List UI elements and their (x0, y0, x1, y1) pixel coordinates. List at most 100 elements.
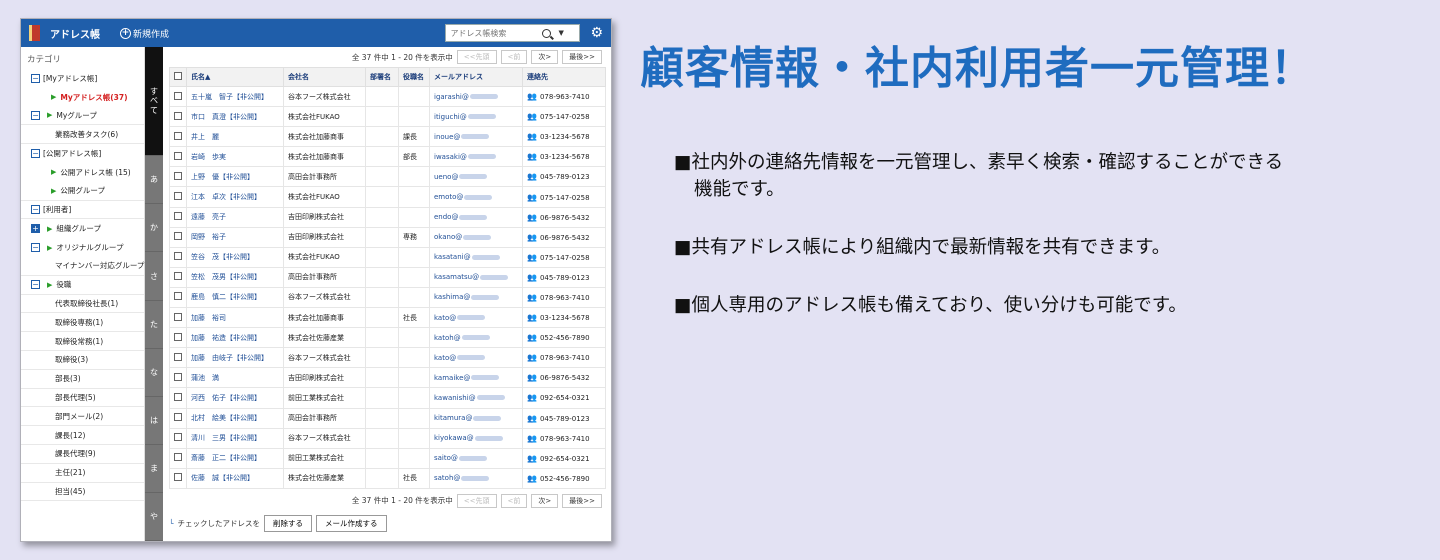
collapse-icon[interactable]: − (31, 73, 40, 83)
next-page-button[interactable]: 次> (531, 493, 559, 508)
kana-tab[interactable]: や (145, 493, 163, 541)
email-cell[interactable]: iwasaki@ (429, 146, 523, 168)
kana-tab[interactable]: あ (145, 156, 163, 205)
email-cell[interactable]: saito@ (429, 447, 523, 469)
collapse-icon[interactable]: − (31, 280, 40, 290)
email-cell[interactable]: emoto@ (429, 186, 523, 208)
contact-name[interactable]: 蒲池 満 (186, 367, 284, 389)
prev-page-button[interactable]: <前 (500, 493, 528, 508)
contact-name[interactable]: 佐藤 誠【非公開】 (186, 467, 284, 489)
tree-item[interactable]: − [Myアドレス帳] (21, 69, 144, 88)
contact-name[interactable]: 遠藤 亮子 (186, 206, 284, 228)
table-row[interactable]: 岩崎 歩実 株式会社加藤商事 部長 iwasaki@ 👥 03-1234-5678 (169, 146, 606, 168)
row-checkbox[interactable] (174, 232, 182, 241)
email-cell[interactable]: kasatani@ (429, 246, 523, 268)
table-row[interactable]: 江本 卓次【非公開】 株式会社FUKAO emoto@ 👥 075-147-0258 (169, 186, 606, 208)
column-header[interactable]: 氏名▲ (186, 67, 284, 87)
compose-mail-button[interactable]: メール作成する (316, 514, 387, 532)
tree-item[interactable]: ▶ Myアドレス帳(37) (21, 88, 144, 107)
row-checkbox[interactable] (174, 171, 182, 180)
delete-button[interactable]: 削除する (264, 514, 313, 532)
contact-name[interactable]: 北村 絵美【非公開】 (186, 407, 284, 429)
chevron-down-icon[interactable]: ▼ (558, 29, 563, 37)
row-checkbox[interactable] (174, 433, 182, 442)
search-input[interactable] (450, 28, 539, 38)
new-button[interactable]: + 新規作成 (120, 27, 169, 40)
tree-item[interactable]: − [利用者] (21, 201, 144, 220)
table-row[interactable]: 加藤 祐造【非公開】 株式会社佐藤産業 katoh@ 👥 052-456-7890 (169, 327, 606, 349)
email-cell[interactable]: kamaike@ (429, 367, 523, 389)
row-checkbox[interactable] (174, 292, 182, 301)
email-cell[interactable]: igarashi@ (429, 85, 523, 108)
collapse-icon[interactable]: − (31, 149, 40, 159)
table-row[interactable]: 蒲池 満吉田印刷株式会社 kamaike@ 👥 06-9876-5432 (169, 367, 606, 389)
contact-name[interactable]: 笠松 茂男【非公開】 (186, 266, 284, 288)
row-checkbox[interactable] (174, 392, 182, 401)
email-cell[interactable]: ueno@ (429, 166, 523, 188)
contact-name[interactable]: 清川 三男【非公開】 (186, 427, 284, 449)
tree-item[interactable]: + ▶ 組織グループ (21, 219, 144, 238)
tree-item[interactable]: − ▶ Myグループ (21, 107, 144, 126)
tree-item[interactable]: 部門メール(2) (21, 407, 144, 427)
tree-item[interactable]: − [公開アドレス帳] (21, 144, 144, 163)
table-row[interactable]: 笠松 茂男【非公開】 高田会計事務所 kasamatsu@ 👥 045-789-0123 (169, 266, 606, 288)
email-cell[interactable]: kato@ (429, 307, 523, 329)
last-page-button[interactable]: 最後>> (562, 493, 602, 508)
contact-name[interactable]: 加藤 裕司 (186, 307, 284, 329)
table-row[interactable]: 岡野 裕子 吉田印刷株式会社 専務 okano@ 👥 06-9876-5432 (169, 226, 606, 248)
kana-tab[interactable]: は (145, 397, 163, 445)
email-cell[interactable]: katoh@ (429, 327, 523, 349)
gear-icon[interactable]: ⚙ (590, 26, 603, 40)
email-cell[interactable]: kashima@ (429, 286, 523, 309)
tree-item[interactable]: 取締役専務(1) (21, 313, 144, 333)
contact-name[interactable]: 笠谷 茂【非公開】 (186, 246, 284, 268)
tree-item[interactable]: 代表取締役社長(1) (21, 295, 144, 314)
row-checkbox[interactable] (174, 131, 182, 140)
first-page-button[interactable]: <<先頭 (456, 50, 497, 64)
contact-name[interactable]: 加藤 由岐子【非公開】 (186, 347, 284, 369)
tree-item[interactable]: 取締役(3) (21, 351, 144, 370)
tree-item[interactable]: ▶ 公開アドレス帳 (15) (21, 163, 144, 182)
contact-name[interactable]: 岩崎 歩実 (186, 146, 284, 168)
kana-tab[interactable]: すべて (145, 47, 163, 157)
table-row[interactable]: 遠藤 亮子 吉田印刷株式会社 endo@ 👥 06-9876-5432 (169, 206, 606, 228)
tree-item[interactable]: 課長代理(9) (21, 445, 144, 464)
email-cell[interactable]: okano@ (429, 226, 523, 248)
contact-name[interactable]: 鹿島 慎二【非公開】 (186, 286, 284, 309)
email-cell[interactable]: kitamura@ (429, 407, 523, 429)
email-cell[interactable]: kasamatsu@ (429, 266, 523, 288)
tree-item[interactable]: 主任(21) (21, 464, 144, 483)
row-checkbox[interactable] (174, 252, 182, 261)
table-row[interactable]: 清川 三男【非公開】 谷本フーズ株式会社 kiyokawa@ 👥 078-963-741… (169, 427, 606, 449)
tree-item[interactable]: 部長代理(5) (21, 389, 144, 408)
contact-name[interactable]: 五十嵐 智子【非公開】 (186, 85, 284, 108)
table-row[interactable]: 市口 真澄【非公開】 株式会社FUKAO itiguchi@ 👥 075-147-025… (169, 106, 606, 128)
row-checkbox[interactable] (174, 192, 182, 201)
search-icon[interactable] (542, 28, 552, 38)
table-row[interactable]: 上野 優【非公開】 高田会計事務所 ueno@ 👥 045-789-0123 (169, 166, 606, 188)
row-checkbox[interactable] (174, 413, 182, 422)
contact-name[interactable]: 河西 佑子【非公開】 (186, 387, 284, 409)
tree-item[interactable]: − ▶ オリジナルグループ (21, 238, 144, 257)
select-all-checkbox[interactable] (174, 72, 182, 80)
kana-tab[interactable]: さ (145, 252, 163, 301)
next-page-button[interactable]: 次> (531, 50, 559, 64)
tree-item[interactable]: 取締役常務(1) (21, 332, 144, 351)
tree-item[interactable]: ▶ 公開グループ (21, 182, 144, 201)
tree-item[interactable]: 担当(45) (21, 483, 144, 502)
table-row[interactable]: 佐藤 誠【非公開】 株式会社佐藤産業 社長 satoh@ 👥 052-456-7890 (169, 467, 606, 489)
table-row[interactable]: 鹿島 慎二【非公開】 谷本フーズ株式会社 kashima@ 👥 078-963-7410 (169, 286, 606, 309)
email-cell[interactable]: endo@ (429, 206, 523, 228)
email-cell[interactable]: kiyokawa@ (429, 427, 523, 449)
email-cell[interactable]: kawanishi@ (429, 387, 523, 409)
collapse-icon[interactable]: − (31, 204, 40, 214)
contact-name[interactable]: 斎藤 正二【非公開】 (186, 447, 284, 469)
table-row[interactable]: 斎藤 正二【非公開】 前田工業株式会社 saito@ 👥 092-654-0321 (169, 447, 606, 469)
first-page-button[interactable]: <<先頭 (456, 493, 497, 508)
row-checkbox[interactable] (174, 453, 182, 462)
row-checkbox[interactable] (174, 212, 182, 221)
collapse-icon[interactable]: − (31, 243, 40, 253)
contact-name[interactable]: 井上 麗 (186, 126, 284, 148)
kana-tab[interactable]: ま (145, 445, 163, 493)
contact-name[interactable]: 岡野 裕子 (186, 226, 284, 248)
